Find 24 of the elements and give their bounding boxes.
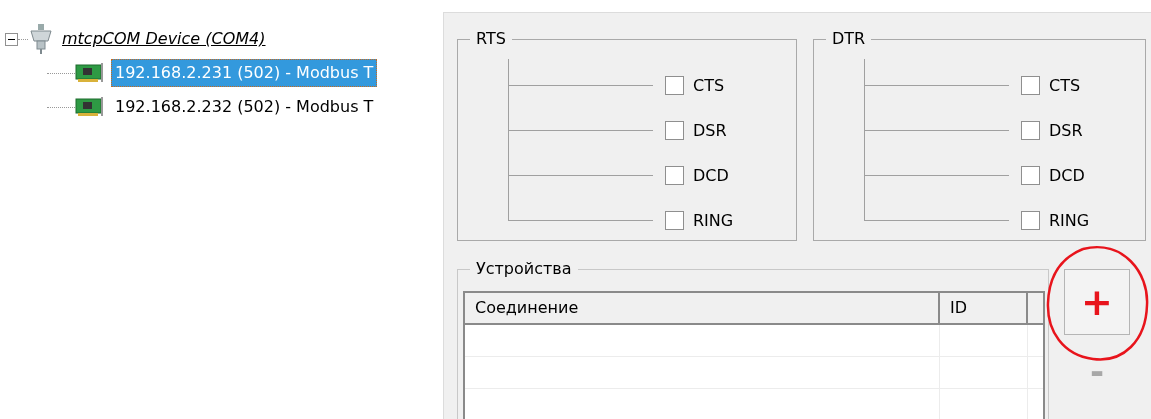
checkbox-label: DCD bbox=[693, 164, 729, 187]
checkbox-label: DSR bbox=[1049, 119, 1083, 142]
connection-item[interactable]: 192.168.2.232 (502) - Modbus T bbox=[111, 93, 378, 121]
checkbox-label: CTS bbox=[693, 74, 725, 97]
checkbox-label: RING bbox=[1049, 209, 1090, 232]
checkbox[interactable] bbox=[1021, 166, 1040, 185]
expander-toggle[interactable] bbox=[5, 32, 18, 46]
column-header[interactable]: ID bbox=[940, 293, 1028, 323]
checkbox[interactable] bbox=[1021, 121, 1040, 140]
column-header[interactable]: Соединение bbox=[465, 293, 940, 323]
device-label[interactable]: mtcpCOM Device (COM4) bbox=[62, 27, 266, 51]
connector-icon bbox=[28, 24, 54, 54]
group-title: Устройства bbox=[470, 259, 578, 279]
checkbox[interactable] bbox=[665, 76, 684, 95]
checkbox[interactable] bbox=[1021, 211, 1040, 230]
checkbox[interactable] bbox=[665, 166, 684, 185]
checkbox[interactable] bbox=[665, 121, 684, 140]
checkbox[interactable] bbox=[1021, 76, 1040, 95]
checkbox-label: DCD bbox=[1049, 164, 1085, 187]
checkbox-label: CTS bbox=[1049, 74, 1081, 97]
checkbox[interactable] bbox=[665, 211, 684, 230]
checkbox-label: DSR bbox=[693, 119, 727, 142]
checkbox-label: RING bbox=[693, 209, 734, 232]
add-button[interactable]: + bbox=[1064, 269, 1130, 335]
